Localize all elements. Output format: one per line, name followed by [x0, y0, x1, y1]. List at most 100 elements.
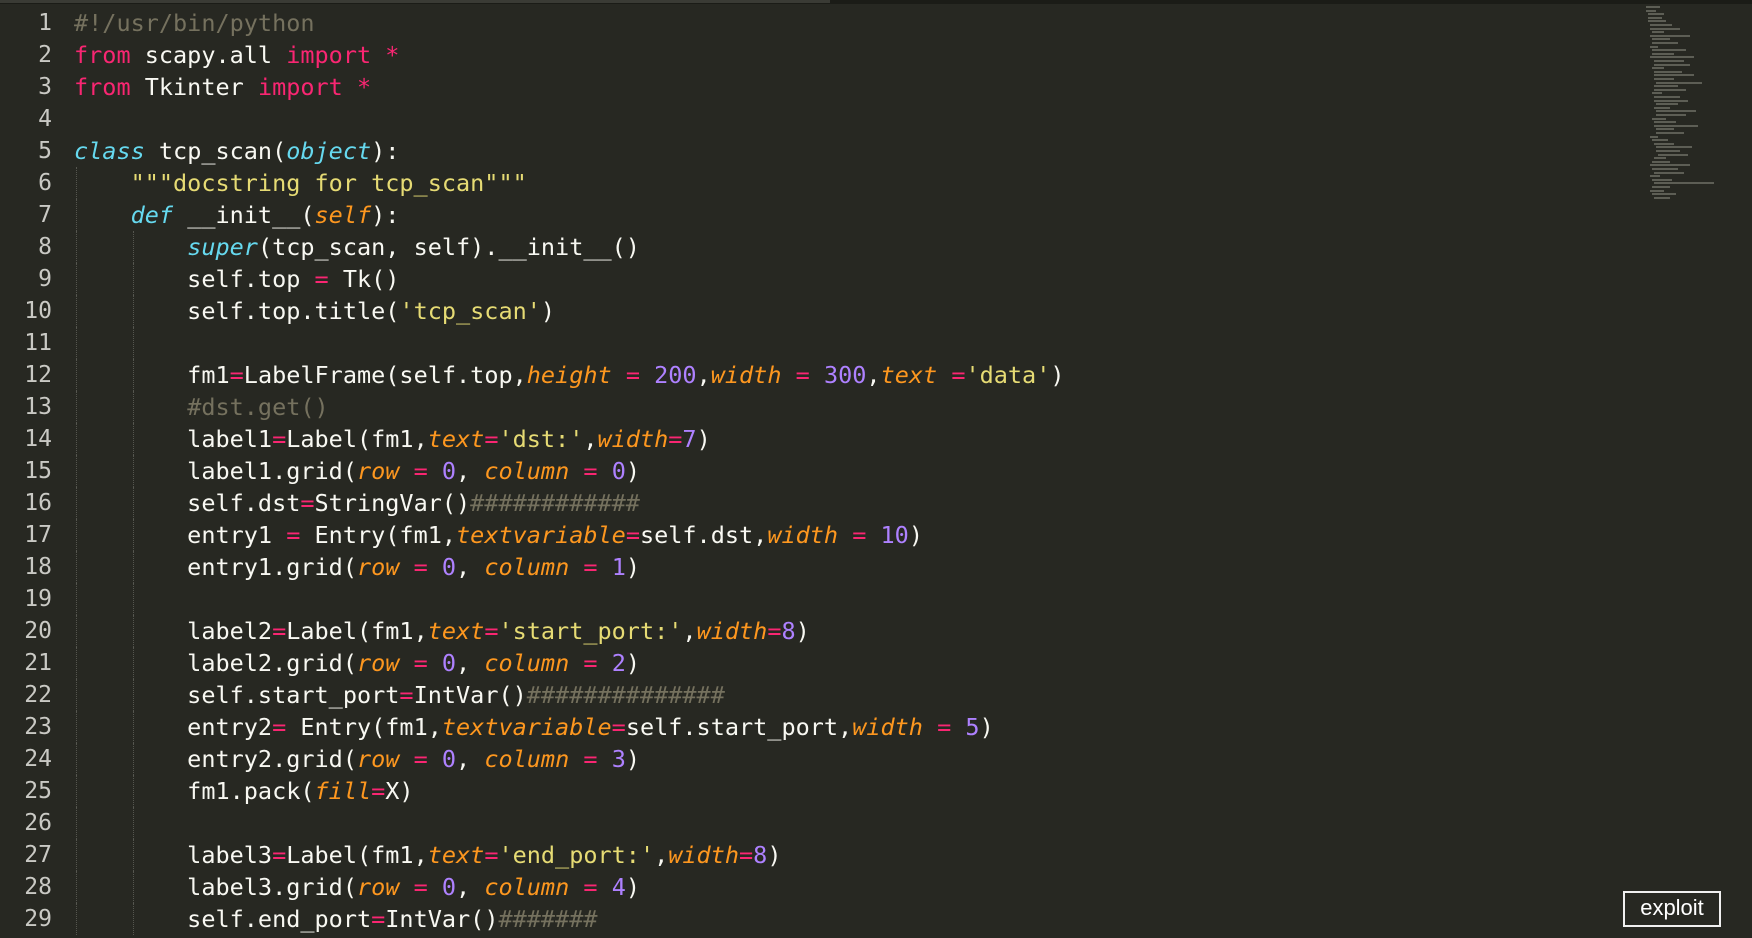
minimap[interactable] [1640, 6, 1750, 226]
code-token: row [356, 649, 400, 677]
code-line[interactable]: 11 [0, 327, 1640, 359]
code-token: 5 [965, 713, 980, 741]
code-token: , [456, 745, 485, 773]
code-line[interactable]: 26 [0, 807, 1640, 839]
code-token: label3.grid( [74, 873, 357, 901]
code-line[interactable]: 1 #!/usr/bin/python [0, 7, 1640, 39]
minimap-line [1652, 168, 1678, 170]
code-token: * [385, 41, 400, 69]
line-number: 3 [38, 74, 52, 100]
code-token: ####### [498, 905, 598, 933]
code-text: class tcp_scan(object): [74, 135, 399, 167]
minimap-line [1654, 171, 1684, 174]
code-token: column [484, 553, 570, 581]
code-token: row [356, 873, 400, 901]
exploit-button[interactable]: exploit [1623, 891, 1721, 927]
code-line[interactable]: 2 from scapy.all import * [0, 39, 1640, 71]
code-token: width [696, 617, 768, 645]
code-token: 'start_port:' [498, 617, 683, 645]
code-token: = [583, 457, 598, 485]
code-token: __init__( [173, 201, 315, 229]
code-token: self.top [74, 265, 315, 293]
code-token: column [484, 457, 570, 485]
code-line[interactable]: 28 label3.grid(row = 0, column = 4) [0, 871, 1640, 903]
code-line[interactable]: 7 def __init__(self): [0, 199, 1640, 231]
code-line[interactable]: 9 self.top = Tk() [0, 263, 1640, 295]
code-token: Entry(fm1, [300, 521, 457, 549]
code-token: Label(fm1, [286, 617, 428, 645]
code-token: object [286, 137, 372, 165]
line-number: 16 [24, 490, 52, 516]
code-line[interactable]: 22 self.start_port=IntVar()#############… [0, 679, 1640, 711]
code-line[interactable]: 24 entry2.grid(row = 0, column = 3) [0, 743, 1640, 775]
line-number: 28 [24, 874, 52, 900]
code-token: self.end_port [74, 905, 372, 933]
code-token: tcp_scan( [144, 137, 287, 165]
code-token: ) [908, 521, 923, 549]
code-line[interactable]: 29 self.end_port=IntVar()####### [0, 903, 1640, 935]
code-text: fm1=LabelFrame(self.top,height = 200,wid… [74, 359, 1064, 391]
code-line[interactable]: 6 """docstring for tcp_scan""" [0, 167, 1640, 199]
code-line[interactable]: 19 [0, 583, 1640, 615]
code-token: scapy.all [130, 41, 287, 69]
code-line[interactable]: 4 [0, 103, 1640, 135]
code-token: label3 [74, 841, 273, 869]
minimap-line [1654, 182, 1714, 185]
code-line[interactable]: 20 label2=Label(fm1,text='start_port:',w… [0, 615, 1640, 647]
code-line[interactable]: 23 entry2= Entry(fm1,textvariable=self.s… [0, 711, 1640, 743]
code-line[interactable]: 18 entry1.grid(row = 0, column = 1) [0, 551, 1640, 583]
code-line[interactable]: 17 entry1 = Entry(fm1,textvariable=self.… [0, 519, 1640, 551]
code-token: row [356, 745, 400, 773]
code-token: ) [625, 745, 641, 773]
code-line[interactable]: 8 super(tcp_scan, self).__init__() [0, 231, 1640, 263]
minimap-line [1648, 13, 1664, 16]
code-text: def __init__(self): [74, 199, 400, 231]
minimap-line [1650, 135, 1658, 138]
minimap-line [1654, 70, 1682, 73]
minimap-line [1652, 31, 1664, 34]
line-number: 24 [24, 746, 52, 772]
code-line[interactable]: 13 #dst.get() [0, 391, 1640, 423]
code-token: = [484, 841, 499, 869]
code-token: = [852, 521, 867, 549]
code-line[interactable]: 14 label1=Label(fm1,text='dst:',width=7) [0, 423, 1640, 455]
code-line[interactable]: 5 class tcp_scan(object): [0, 135, 1640, 167]
code-token: LabelFrame(self.top, [243, 361, 527, 389]
code-line[interactable]: 21 label2.grid(row = 0, column = 2) [0, 647, 1640, 679]
line-number: 9 [38, 266, 52, 292]
code-line[interactable]: 3 from Tkinter import * [0, 71, 1640, 103]
code-line[interactable]: 27 label3=Label(fm1,text='end_port:',wid… [0, 839, 1640, 871]
code-text: entry2= Entry(fm1,textvariable=self.star… [74, 711, 994, 743]
code-token: ) [696, 425, 711, 453]
line-number: 20 [24, 618, 52, 644]
code-line[interactable]: 25 fm1.pack(fill=X) [0, 775, 1640, 807]
code-token: 200 [654, 361, 697, 389]
code-line[interactable]: 16 self.dst=StringVar()############ [0, 487, 1640, 519]
code-editor[interactable]: 1 #!/usr/bin/python 2 from scapy.all import… [0, 7, 1640, 938]
code-line[interactable]: 15 label1.grid(row = 0, column = 0) [0, 455, 1640, 487]
code-token: text [427, 841, 485, 869]
code-token: label2.grid( [74, 649, 357, 677]
code-line[interactable]: 10 self.top.title('tcp_scan') [0, 295, 1640, 327]
minimap-line [1656, 114, 1686, 116]
code-token: ): [371, 137, 400, 165]
code-token: fm1.pack( [74, 777, 315, 805]
code-text: entry1.grid(row = 0, column = 1) [74, 551, 640, 583]
code-token: #dst.get() [187, 393, 329, 421]
code-token: ) [625, 553, 641, 581]
minimap-line [1652, 193, 1676, 196]
code-token: 8 [753, 841, 768, 869]
code-line[interactable]: 12 fm1=LabelFrame(self.top,height = 200,… [0, 359, 1640, 391]
code-token: class [74, 137, 145, 165]
minimap-line [1656, 110, 1696, 113]
minimap-line [1650, 56, 1694, 59]
code-token: height [526, 361, 612, 389]
line-number: 21 [24, 650, 52, 676]
code-token: from [74, 41, 131, 69]
code-token: ############ [470, 489, 640, 517]
code-text: label3=Label(fm1,text='end_port:',width=… [74, 839, 781, 871]
